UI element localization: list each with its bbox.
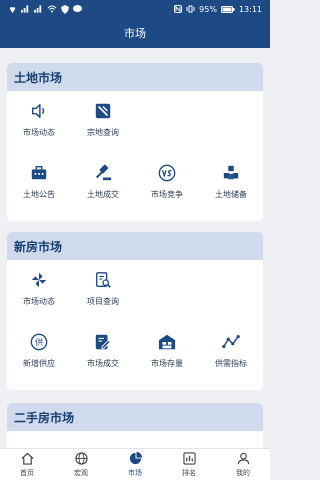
- chat-icon: [73, 5, 82, 12]
- vibrate-icon: [186, 5, 195, 13]
- supply-badge-icon: 供: [30, 333, 48, 351]
- tab-ranking[interactable]: 排名: [162, 449, 216, 480]
- title-bar: 市场: [0, 18, 270, 48]
- grid-item-label: 市场存量: [151, 359, 183, 368]
- grid-item-label: 市场竞争: [151, 190, 183, 199]
- bottom-tab-bar: 首页 宏观 市场 排名 我的: [0, 448, 270, 480]
- grid-item-land-transactions[interactable]: 土地成交: [71, 159, 135, 217]
- tab-label: 排名: [182, 468, 196, 477]
- tab-home[interactable]: 首页: [0, 449, 54, 480]
- document-search-icon: [96, 272, 111, 288]
- grid-item-land-bulletin[interactable]: 土地公告: [7, 159, 71, 217]
- signal-icon: [34, 5, 42, 13]
- battery-icon: [220, 5, 235, 13]
- page-title: 市场: [124, 27, 146, 40]
- tab-label: 我的: [236, 468, 250, 477]
- section-land-market: 土地市场 市场动态 宗地查询 土地公告 土地成交 市场竞争 土地储备: [7, 63, 263, 221]
- section-title: 新房市场: [7, 232, 263, 260]
- grid-item-label: 供需指标: [215, 359, 247, 368]
- bar-chart-icon: [182, 452, 196, 465]
- battery-percent: 95%: [199, 4, 217, 14]
- wifi-icon: [47, 5, 57, 13]
- tab-market[interactable]: 市场: [108, 449, 162, 480]
- nfc-icon: [174, 5, 183, 13]
- edit-document-icon: [95, 334, 111, 350]
- grid-item-label: 土地储备: [215, 190, 247, 199]
- supply-badge-text: 供: [35, 337, 43, 347]
- tab-label: 市场: [128, 468, 142, 477]
- grid-item-project-query[interactable]: 项目查询: [71, 266, 135, 324]
- grid-item-market-transactions[interactable]: 市场成交: [71, 328, 135, 386]
- tab-macro[interactable]: 宏观: [54, 449, 108, 480]
- status-right: 95% 13:11: [174, 5, 262, 14]
- home-icon: [21, 452, 33, 465]
- gavel-icon: [95, 164, 112, 181]
- signal-icon: [21, 5, 29, 13]
- land-parcel-icon: [95, 103, 111, 119]
- section-new-house-market: 新房市场 市场动态 项目查询 供 新增供应 市场成交 市场存量 供需指标: [7, 232, 263, 390]
- clock: 13:11: [238, 4, 262, 14]
- status-left: [8, 4, 82, 14]
- grid-item-land-reserve[interactable]: 土地储备: [199, 159, 263, 217]
- grid-item-new-supply[interactable]: 供 新增供应: [7, 328, 71, 386]
- grid-item-label: 新增供应: [23, 359, 55, 368]
- trend-line-icon: [222, 334, 240, 349]
- warehouse-icon: [158, 334, 176, 350]
- section-title: 土地市场: [7, 63, 263, 91]
- tab-label: 首页: [20, 468, 34, 477]
- grid-item-supply-demand-index[interactable]: 供需指标: [199, 328, 263, 386]
- pie-chart-icon: [129, 452, 142, 465]
- pinwheel-icon: [31, 272, 47, 288]
- tab-mine[interactable]: 我的: [216, 449, 270, 480]
- grid-item-label: 土地公告: [23, 190, 55, 199]
- tab-label: 宏观: [74, 468, 88, 477]
- cubes-icon: [223, 165, 239, 180]
- grid-item-market-inventory[interactable]: 市场存量: [135, 328, 199, 386]
- huawei-icon: [9, 6, 16, 13]
- grid-item-parcel-query[interactable]: 宗地查询: [71, 97, 135, 155]
- speaker-icon: [31, 103, 45, 119]
- section-title: 二手房市场: [7, 403, 263, 431]
- grid-item-label: 宗地查询: [87, 128, 119, 137]
- grid-item-label: 项目查询: [87, 297, 119, 306]
- grid-item-label: 市场成交: [87, 359, 119, 368]
- grid-item-label: 市场动态: [23, 128, 55, 137]
- scroll-content[interactable]: 土地市场 市场动态 宗地查询 土地公告 土地成交 市场竞争 土地储备 新房市场 …: [0, 48, 270, 448]
- globe-icon: [74, 452, 88, 465]
- grid-item-market-news[interactable]: 市场动态: [7, 266, 71, 324]
- bulletin-icon: [31, 165, 47, 180]
- section-second-hand-market: 二手房市场: [7, 403, 263, 448]
- shield-icon: [61, 4, 69, 14]
- versus-icon: [158, 164, 176, 182]
- grid-item-market-news[interactable]: 市场动态: [7, 97, 71, 155]
- user-icon: [237, 452, 249, 465]
- grid-item-market-competition[interactable]: 市场竞争: [135, 159, 199, 217]
- grid-item-label: 土地成交: [87, 190, 119, 199]
- grid-item-label: 市场动态: [23, 297, 55, 306]
- status-bar: 95% 13:11: [0, 0, 270, 18]
